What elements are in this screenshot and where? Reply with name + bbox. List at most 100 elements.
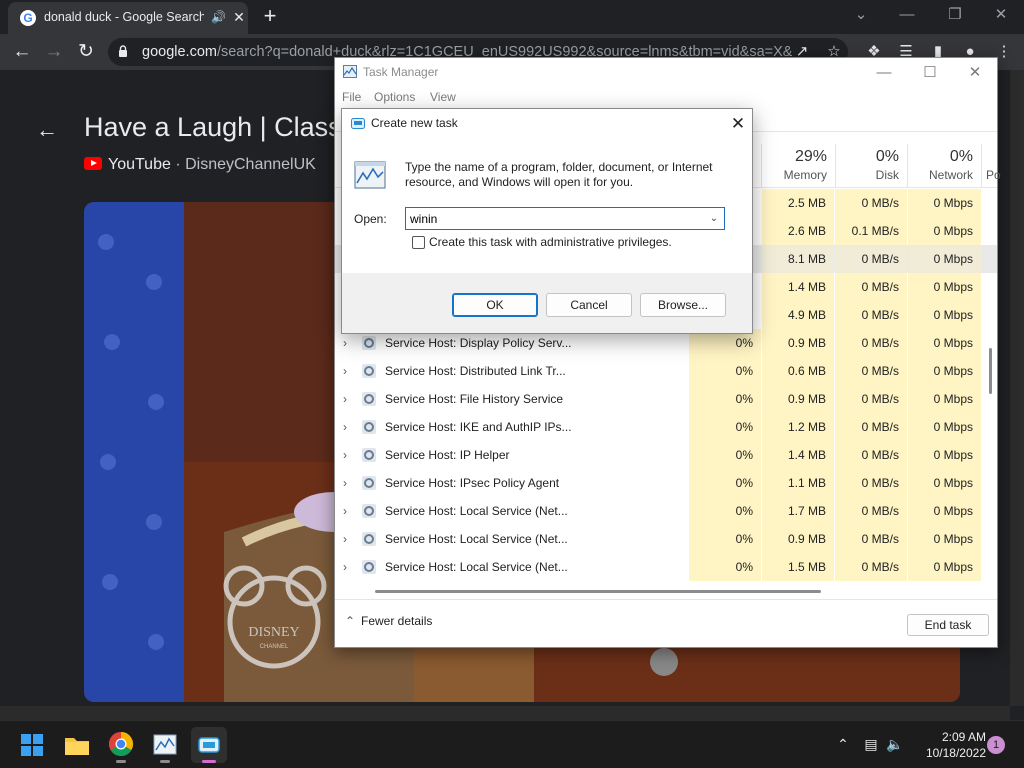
run-dialog-taskbar-button[interactable] [191, 727, 227, 763]
service-gear-icon [362, 504, 376, 518]
create-new-task-dialog: Create new task ✕ Type the name of a pro… [341, 108, 753, 334]
table-row[interactable]: › Service Host: Local Service (Net... 0%… [335, 525, 997, 553]
admin-privileges-label[interactable]: Create this task with administrative pri… [429, 235, 709, 251]
column-disk[interactable]: 0% Disk [835, 144, 907, 188]
forward-button[interactable]: → [42, 40, 66, 64]
notification-badge[interactable]: 1 [987, 736, 1005, 754]
service-gear-icon [362, 560, 376, 574]
ok-button[interactable]: OK [452, 293, 538, 317]
open-combobox[interactable]: ⌄ [405, 207, 725, 230]
tab-strip: G donald duck - Google Search 🔊 ✕ + ⌄ — … [0, 0, 1024, 34]
browse-button[interactable]: Browse... [640, 293, 726, 317]
dialog-message: Type the name of a program, folder, docu… [405, 160, 713, 189]
vertical-scrollbar[interactable] [1010, 70, 1024, 706]
browser-tab[interactable]: G donald duck - Google Search 🔊 ✕ [8, 2, 248, 34]
cancel-button[interactable]: Cancel [546, 293, 632, 317]
tm-vertical-scrollbar[interactable] [989, 348, 992, 394]
back-arrow-icon[interactable]: ← [36, 118, 60, 142]
tab-search-icon[interactable]: ⌄ [846, 4, 876, 26]
tm-minimize-button[interactable]: — [869, 62, 899, 84]
expand-chevron-icon[interactable]: › [343, 336, 353, 350]
table-row[interactable]: › Service Host: IPsec Policy Agent 0% 1.… [335, 469, 997, 497]
dialog-footer: OK Cancel Browse... [342, 273, 752, 333]
horizontal-scrollbar[interactable] [0, 706, 1010, 720]
task-manager-taskbar-button[interactable] [147, 727, 183, 763]
close-window-button[interactable]: ✕ [986, 4, 1016, 26]
svg-text:CHANNEL: CHANNEL [260, 644, 289, 650]
task-manager-icon [343, 65, 357, 78]
lock-icon [119, 45, 127, 57]
tm-close-button[interactable]: ✕ [960, 62, 990, 84]
dialog-title: Create new task [371, 116, 458, 130]
chevron-up-icon: ⌃ [345, 614, 356, 628]
column-power[interactable]: Po [981, 144, 1001, 188]
network-icon[interactable]: ▤ [862, 735, 880, 753]
svg-text:DISNEY: DISNEY [248, 625, 299, 640]
table-row[interactable]: › Service Host: IKE and AuthIP IPs... 0%… [335, 413, 997, 441]
chrome-icon [108, 732, 134, 757]
menu-file[interactable]: File [342, 90, 361, 106]
expand-chevron-icon[interactable]: › [343, 448, 353, 462]
menu-options[interactable]: Options [374, 90, 415, 106]
chevron-down-icon[interactable]: ⌄ [707, 211, 721, 227]
task-manager-title: Task Manager [363, 65, 439, 79]
system-clock[interactable]: 2:09 AM 10/18/2022 [914, 729, 986, 763]
audio-playing-icon[interactable]: 🔊 [211, 10, 226, 26]
tm-horizontal-scrollbar[interactable] [375, 590, 821, 593]
service-gear-icon [362, 336, 376, 350]
google-favicon-icon: G [20, 10, 36, 26]
service-gear-icon [362, 532, 376, 546]
service-gear-icon [362, 420, 376, 434]
video-source: YouTube · DisneyChannelUK [84, 156, 344, 176]
video-title[interactable]: Have a Laugh | Classic Donald Duck [84, 112, 344, 148]
column-network[interactable]: 0% Network [907, 144, 981, 188]
active-indicator [202, 760, 216, 763]
run-dialog-icon [351, 118, 365, 129]
volume-icon[interactable]: 🔈 [886, 735, 904, 753]
table-row[interactable]: › Service Host: Local Service (Net... 0%… [335, 553, 997, 581]
table-row[interactable]: › Service Host: Distributed Link Tr... 0… [335, 357, 997, 385]
chevron-up-tray-icon[interactable]: ⌃ [834, 735, 852, 753]
running-indicator [116, 760, 126, 763]
expand-chevron-icon[interactable]: › [343, 420, 353, 434]
fewer-details-button[interactable]: ⌃ Fewer details [345, 614, 465, 632]
start-button[interactable] [14, 727, 50, 763]
expand-chevron-icon[interactable]: › [343, 560, 353, 574]
file-explorer-button[interactable] [59, 727, 95, 763]
tm-menu-bar: File Options View [335, 88, 997, 108]
expand-chevron-icon[interactable]: › [343, 392, 353, 406]
reload-button[interactable]: ↻ [74, 40, 98, 64]
back-button[interactable]: ← [10, 40, 34, 64]
windows-logo-icon [21, 734, 43, 756]
open-input[interactable] [410, 210, 700, 227]
admin-privileges-checkbox[interactable] [412, 236, 425, 249]
new-tab-button[interactable]: + [258, 4, 282, 28]
restore-button[interactable]: ❐ [940, 4, 970, 26]
expand-chevron-icon[interactable]: › [343, 364, 353, 378]
tab-title: donald duck - Google Search [44, 10, 204, 24]
service-gear-icon [362, 392, 376, 406]
expand-chevron-icon[interactable]: › [343, 504, 353, 518]
expand-chevron-icon[interactable]: › [343, 476, 353, 490]
chrome-taskbar-button[interactable] [103, 727, 139, 763]
folder-icon [65, 738, 89, 755]
expand-chevron-icon[interactable]: › [343, 532, 353, 546]
task-manager-taskbar-icon [153, 734, 177, 755]
service-gear-icon [362, 448, 376, 462]
service-gear-icon [362, 476, 376, 490]
open-label: Open: [354, 212, 387, 226]
column-memory[interactable]: 29% Memory [761, 144, 835, 188]
taskbar: ⌃ ▤ 🔈 2:09 AM 10/18/2022 1 [0, 720, 1024, 768]
menu-view[interactable]: View [430, 90, 456, 106]
tab-close-icon[interactable]: ✕ [230, 8, 248, 26]
table-row[interactable]: › Service Host: Local Service (Net... 0%… [335, 497, 997, 525]
table-row[interactable]: › Service Host: File History Service 0% … [335, 385, 997, 413]
dialog-close-icon[interactable]: ✕ [726, 113, 750, 135]
task-manager-large-icon [354, 161, 386, 189]
minimize-button[interactable]: — [892, 4, 922, 26]
youtube-logo-icon [84, 157, 102, 170]
table-row[interactable]: › Service Host: IP Helper 0% 1.4 MB 0 MB… [335, 441, 997, 469]
end-task-button[interactable]: End task [907, 614, 989, 636]
dialog-body: Type the name of a program, folder, docu… [342, 139, 752, 273]
tm-maximize-button[interactable]: ☐ [915, 62, 945, 84]
